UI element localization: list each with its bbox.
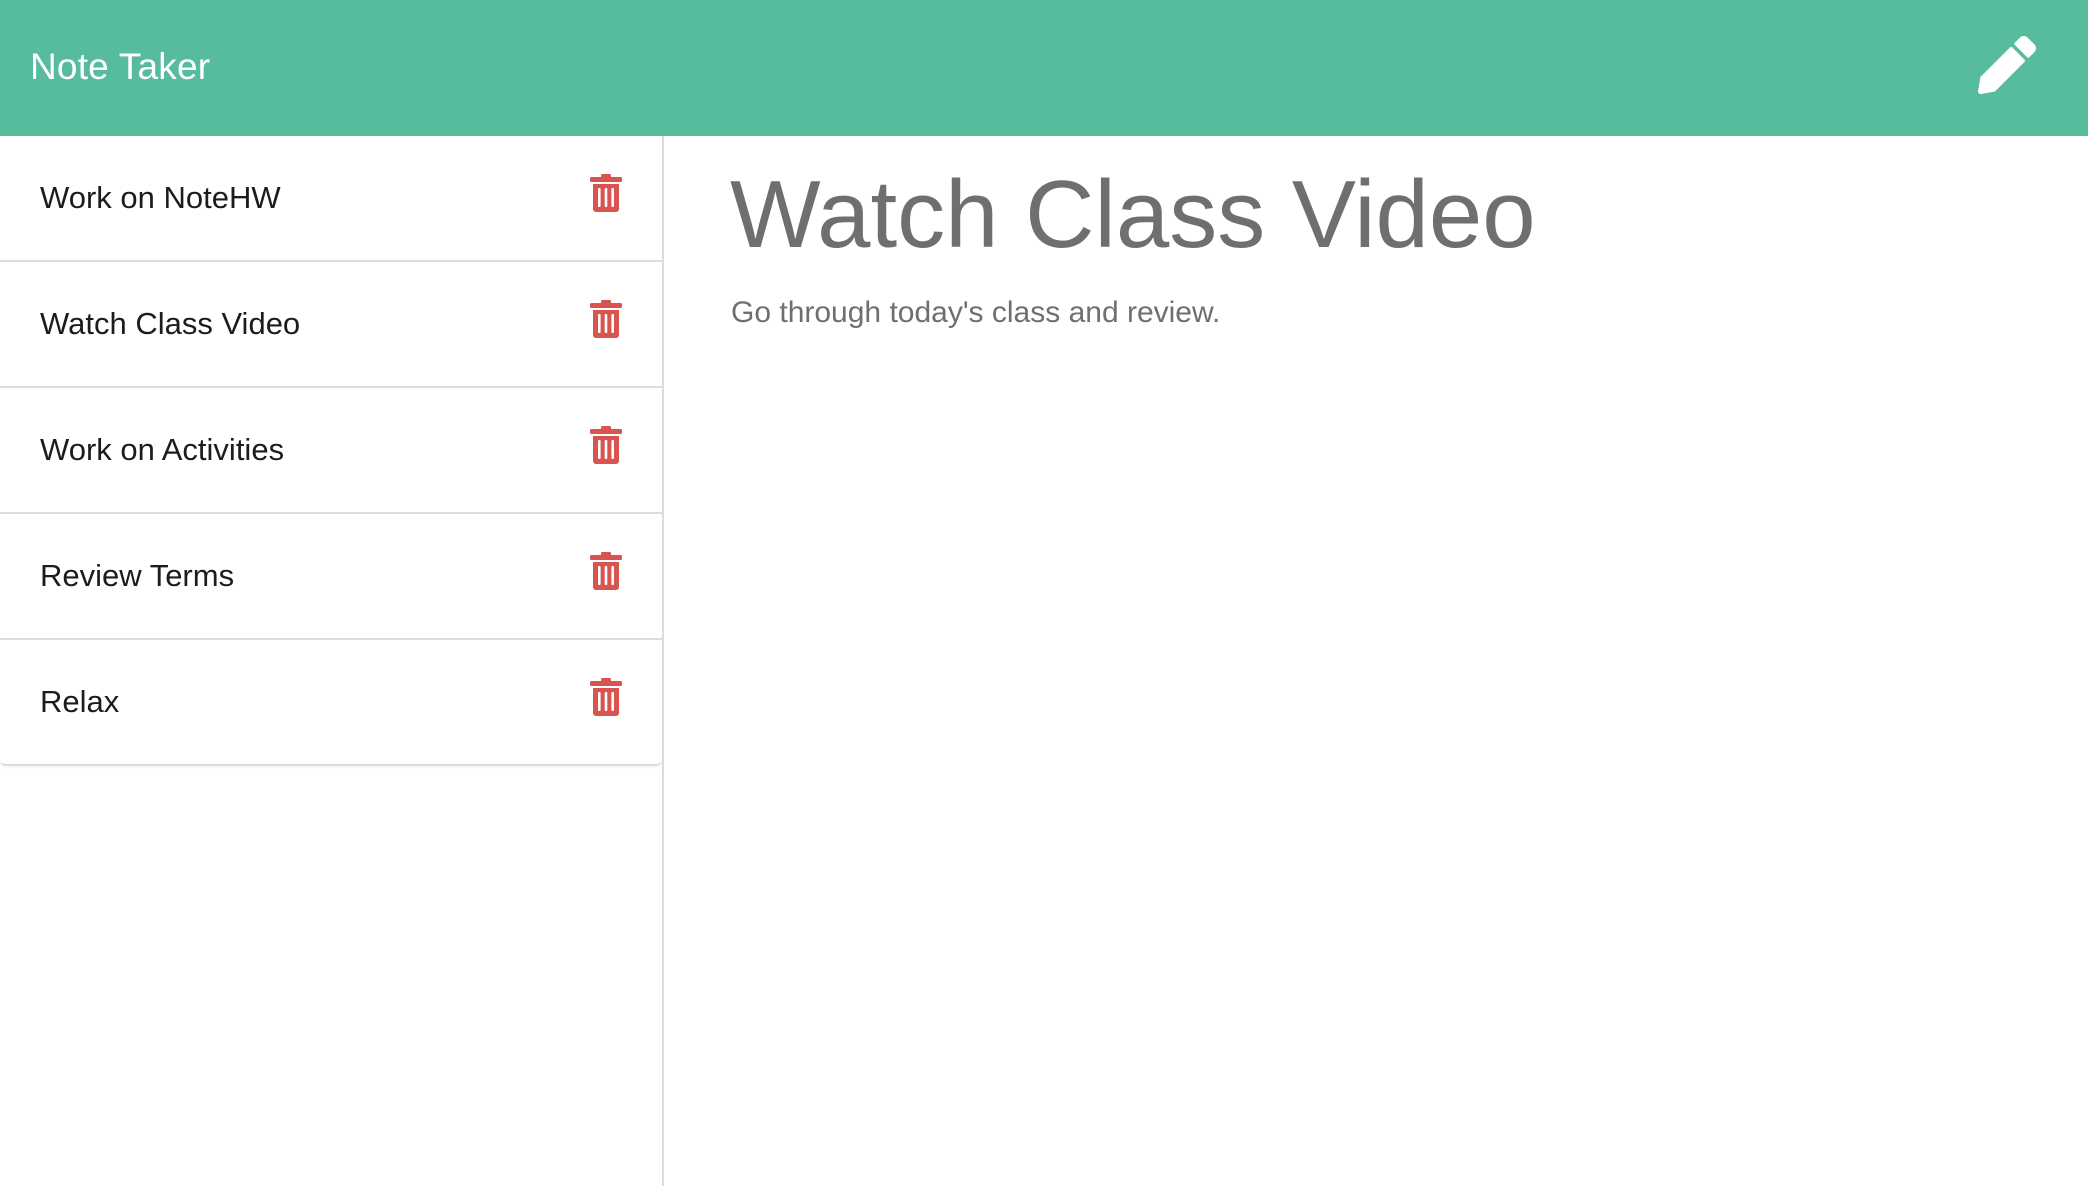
note-list-item[interactable]: Watch Class Video [0, 260, 662, 386]
note-list-item-title: Work on Activities [40, 432, 285, 467]
trash-icon [590, 678, 622, 716]
new-note-button[interactable] [1978, 36, 2036, 94]
trash-icon [590, 174, 622, 212]
note-list-item-title: Watch Class Video [40, 306, 301, 341]
note-view: Watch Class Video Go through today's cla… [666, 136, 2088, 1186]
note-list: Work on NoteHW Watch Class Video Work on… [0, 136, 662, 766]
delete-note-button[interactable] [590, 300, 622, 338]
trash-icon [590, 552, 622, 590]
delete-note-button[interactable] [590, 174, 622, 212]
trash-icon [590, 300, 622, 338]
notes-sidebar: Work on NoteHW Watch Class Video Work on… [0, 136, 664, 1186]
note-list-item-title: Review Terms [40, 558, 235, 593]
note-text-field[interactable]: Go through today's class and review. [731, 296, 1220, 330]
note-list-item-title: Relax [40, 684, 120, 719]
app-title: Note Taker [30, 46, 211, 87]
note-list-item[interactable]: Relax [0, 638, 662, 764]
note-list-item[interactable]: Review Terms [0, 512, 662, 638]
note-list-item-title: Work on NoteHW [40, 180, 281, 215]
navbar: Note Taker [0, 0, 2088, 136]
delete-note-button[interactable] [590, 678, 622, 716]
trash-icon [590, 426, 622, 464]
note-list-item[interactable]: Work on Activities [0, 386, 662, 512]
note-list-item[interactable]: Work on NoteHW [0, 136, 662, 260]
pencil-icon [1978, 36, 2036, 94]
delete-note-button[interactable] [590, 552, 622, 590]
note-title-field[interactable]: Watch Class Video [730, 160, 1536, 270]
delete-note-button[interactable] [590, 426, 622, 464]
